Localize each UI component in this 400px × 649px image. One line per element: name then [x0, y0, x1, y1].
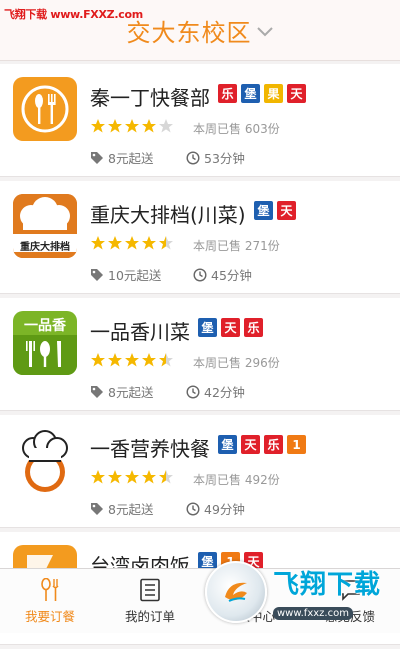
chevron-down-icon[interactable] — [256, 26, 274, 38]
star-icon — [91, 119, 105, 133]
restaurant-row[interactable]: 一品香 一品香川菜 堡 天 乐 本周已售 296份 8元起送 42分钟 — [0, 298, 400, 411]
tag-badge: 乐 — [218, 84, 237, 103]
star-icon — [125, 236, 139, 250]
tag-badge: 果 — [264, 84, 283, 103]
restaurant-logo: 重庆大排档 — [13, 194, 77, 258]
tag-icon — [91, 502, 103, 515]
min-order-text: 8元起送 — [108, 385, 154, 400]
weekly-sold: 本周已售 271份 — [193, 239, 280, 253]
tag-group: 堡 天 乐 1 — [218, 435, 306, 454]
star-icon — [91, 353, 105, 367]
tag-group: 乐 堡 果 天 — [218, 84, 306, 103]
watermark-circle-icon — [205, 561, 267, 623]
min-order-text: 8元起送 — [108, 502, 154, 517]
restaurant-name: 一品香川菜 — [90, 320, 190, 344]
star-icon — [142, 119, 156, 133]
chef-hat-icon — [22, 430, 68, 492]
star-icon — [108, 119, 122, 133]
tab-my-orders[interactable]: 我的订单 — [100, 569, 200, 633]
tag-badge: 天 — [241, 435, 260, 454]
star-icon — [125, 353, 139, 367]
clock-icon — [193, 267, 207, 282]
star-icon — [159, 470, 173, 484]
watermark-cn: 飞翔下载 — [273, 570, 382, 600]
restaurant-row[interactable]: 秦一丁快餐部 乐 堡 果 天 本周已售 603份 8元起送 53分钟 — [0, 64, 400, 177]
restaurant-row[interactable]: 重庆大排档 重庆大排档(川菜) 堡 天 本周已售 271份 10元起送 45分钟 — [0, 181, 400, 294]
tag-icon — [91, 268, 103, 281]
clock-icon — [186, 501, 200, 516]
campus-title[interactable]: 交大东校区 — [127, 13, 252, 48]
tab-label: 我要订餐 — [24, 608, 75, 624]
star-icon — [142, 470, 156, 484]
rating-stars — [90, 352, 174, 368]
restaurant-logo — [13, 77, 77, 141]
restaurant-logo — [13, 428, 77, 492]
delivery-time: 42分钟 — [186, 382, 245, 401]
tag-badge: 乐 — [264, 435, 283, 454]
delivery-time: 49分钟 — [186, 499, 245, 518]
tag-group: 堡 天 乐 — [198, 318, 263, 337]
tab-label: 我的订单 — [124, 608, 175, 624]
tag-badge: 1 — [287, 435, 306, 454]
restaurant-logo: 一品香 — [13, 311, 77, 375]
tab-order-food[interactable]: 我要订餐 — [0, 569, 100, 633]
tag-badge: 堡 — [254, 201, 273, 220]
restaurant-name: 秦一丁快餐部 — [90, 86, 210, 110]
min-order: 10元起送 — [90, 265, 161, 284]
delivery-time: 53分钟 — [186, 148, 245, 167]
order-list-icon — [140, 578, 160, 601]
watermark-logo: 飞翔下载 www.fxxz.com — [205, 561, 395, 623]
swirl-icon — [225, 582, 247, 602]
weekly-sold: 本周已售 296份 — [193, 356, 280, 370]
fork-spoon-icon — [41, 577, 59, 601]
delivery-time-text: 53分钟 — [204, 151, 245, 166]
min-order: 8元起送 — [90, 382, 153, 401]
star-icon — [125, 119, 139, 133]
tag-badge: 堡 — [241, 84, 260, 103]
min-order: 8元起送 — [90, 148, 153, 167]
rating-stars — [90, 118, 174, 134]
star-icon — [159, 119, 173, 133]
fork-spoon-icon — [21, 85, 69, 133]
star-icon — [142, 353, 156, 367]
star-icon — [159, 353, 173, 367]
delivery-time-text: 45分钟 — [211, 268, 252, 283]
rating-stars — [90, 469, 174, 485]
tag-badge: 天 — [287, 84, 306, 103]
star-icon — [108, 470, 122, 484]
star-icon — [108, 236, 122, 250]
clock-icon — [186, 150, 200, 165]
weekly-sold: 本周已售 492份 — [193, 473, 280, 487]
tag-badge: 堡 — [218, 435, 237, 454]
star-icon — [108, 353, 122, 367]
star-icon — [159, 236, 173, 250]
delivery-time: 45分钟 — [193, 265, 252, 284]
tag-icon — [91, 151, 103, 164]
min-order: 8元起送 — [90, 499, 153, 518]
logo-text: 重庆大排档 — [20, 242, 70, 253]
tag-icon — [91, 385, 103, 398]
tag-badge: 天 — [221, 318, 240, 337]
min-order-text: 8元起送 — [108, 151, 154, 166]
clock-icon — [186, 384, 200, 399]
tag-badge: 乐 — [244, 318, 263, 337]
watermark-url: www.fxxz.com — [273, 607, 353, 620]
restaurant-name: 重庆大排档(川菜) — [90, 203, 246, 227]
delivery-time-text: 42分钟 — [204, 385, 245, 400]
rating-stars — [90, 235, 174, 251]
watermark-text: 飞翔下载 www.FXXZ.com — [4, 8, 143, 21]
weekly-sold: 本周已售 603份 — [193, 122, 280, 136]
tag-badge: 天 — [277, 201, 296, 220]
star-icon — [91, 470, 105, 484]
tag-badge: 堡 — [198, 318, 217, 337]
star-icon — [125, 470, 139, 484]
restaurant-row[interactable]: 一香营养快餐 堡 天 乐 1 本周已售 492份 8元起送 49分钟 — [0, 415, 400, 528]
star-icon — [142, 236, 156, 250]
delivery-time-text: 49分钟 — [204, 502, 245, 517]
min-order-text: 10元起送 — [108, 268, 162, 283]
tag-group: 堡 天 — [254, 201, 296, 220]
logo-text: 一品香 — [24, 318, 66, 334]
restaurant-name: 一香营养快餐 — [90, 437, 210, 461]
star-icon — [91, 236, 105, 250]
